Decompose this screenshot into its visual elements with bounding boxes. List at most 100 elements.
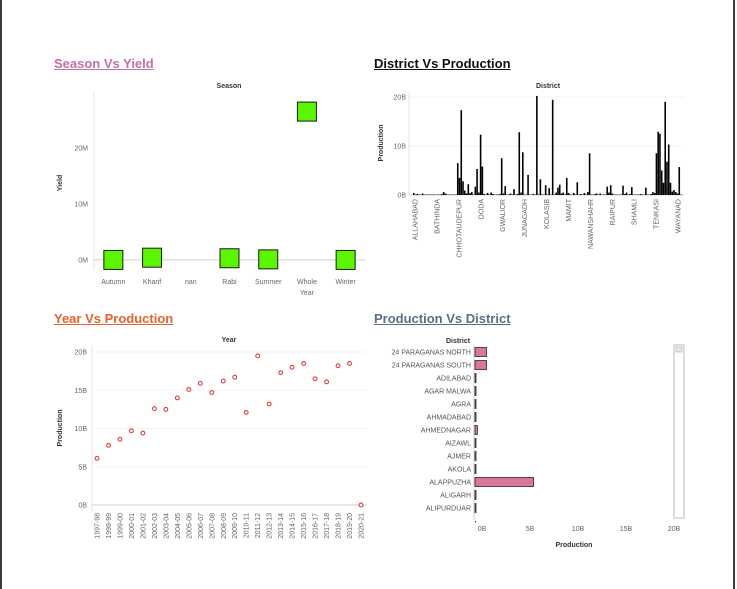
district-production-bar	[671, 191, 674, 195]
district-production-xtick-label: KOLASIB	[544, 199, 551, 229]
district-production-bar	[565, 177, 568, 195]
season-yield-mark	[258, 249, 279, 270]
year-production-xtick-label: 2010-11	[244, 513, 251, 538]
production-district-bar	[474, 373, 477, 383]
year-production-xtick-label: 2015-16	[301, 513, 308, 539]
district-production-bar	[583, 193, 586, 195]
district-production-bar	[560, 193, 563, 195]
year-production-ytick-label: 20B	[75, 350, 88, 357]
district-production-xtick-label: WAYANAD	[676, 199, 683, 233]
year-production-xtick-label: 2005-06	[186, 513, 193, 539]
season-yield-ytick-label: 10M	[74, 201, 88, 208]
year-production-point	[243, 409, 249, 415]
district-production-bar	[662, 182, 665, 195]
production-district-row-label: AHMEDNAGAR	[421, 428, 471, 435]
production-district-bar	[474, 464, 477, 474]
year-production-point	[301, 361, 307, 366]
year-production-xtick-label: 2017-18	[324, 513, 331, 539]
year-production-chart: Year Production 0B 5B 10B 15B 20B 1997-98 199…	[57, 337, 367, 539]
year-production-xtick-label: 1998-99	[106, 513, 113, 539]
district-production-bar	[673, 190, 675, 195]
year-production-xtick-label: 2011-12	[255, 513, 262, 538]
season-yield-ylabel: Yield	[57, 175, 64, 191]
district-production-bar	[416, 194, 419, 195]
production-district-bar	[474, 490, 477, 500]
season-yield-ytick-label: 0M	[78, 257, 88, 264]
production-district-bar	[474, 412, 477, 422]
district-production-ytick-label: 10B	[394, 143, 407, 150]
year-production-xtick-label: 2006-07	[198, 513, 205, 539]
district-production-bar	[667, 144, 670, 195]
year-production-point	[151, 406, 157, 412]
year-production-xtick-label: 2002-03	[152, 513, 159, 539]
district-production-xtick-label: MAMIT	[566, 198, 573, 221]
year-production-point	[255, 353, 261, 359]
year-production-xtick-label: 2009-10	[232, 513, 239, 539]
production-district-row-label: AJMER	[447, 454, 471, 461]
production-district-xtick-label: 15B	[620, 526, 633, 533]
district-production-bar	[676, 193, 679, 195]
year-production-ytick-label: 10B	[75, 426, 88, 433]
district-production-bar	[562, 192, 565, 195]
season-yield-mark	[296, 101, 317, 122]
district-production-bar	[532, 194, 535, 195]
season-yield-chart: Season Yield 0M 10M 20M Autumn Kharif nan Rab…	[57, 83, 365, 297]
district-production-bar	[653, 193, 656, 195]
year-production-point	[266, 401, 272, 407]
district-production-ytick-label: 0B	[397, 193, 406, 200]
district-production-bar	[608, 192, 610, 195]
season-yield-xtick-label: nan	[185, 279, 197, 286]
production-district-bar	[474, 451, 477, 461]
district-production-bar	[669, 182, 672, 195]
production-district-xlabel: Production	[556, 542, 593, 549]
season-yield-mark	[219, 248, 240, 269]
production-district-row-label: ALIPURDUAR	[426, 506, 471, 513]
district-production-bar	[520, 192, 522, 195]
district-production-chart: District Production 0B 10B 20B ALLAHABAD BA…	[378, 83, 684, 258]
year-production-xtick-label: 2018-19	[336, 513, 343, 539]
district-production-ylabel: Production	[378, 125, 385, 162]
year-production-point	[163, 406, 169, 412]
year-production-ytick-label: 15B	[75, 388, 88, 395]
district-production-bar	[555, 192, 557, 195]
district-production-bar	[664, 101, 667, 195]
production-district-header: District	[446, 338, 471, 345]
district-list-scrollbar[interactable]	[673, 344, 685, 519]
production-district-row-label: AKOLA	[448, 467, 472, 474]
district-production-bar	[444, 193, 447, 195]
district-production-bar	[481, 166, 484, 195]
year-production-point	[140, 430, 146, 436]
district-production-bar	[476, 169, 478, 195]
district-production-bar	[660, 170, 663, 195]
district-production-bar	[548, 188, 550, 195]
production-district-bar	[474, 399, 477, 409]
year-production-xtick-label: 2016-17	[313, 513, 320, 539]
year-production-point	[197, 380, 203, 386]
production-district-bar	[474, 386, 477, 396]
year-production-point	[335, 363, 341, 369]
production-district-xtick-label: 10B	[572, 526, 585, 533]
year-production-xtick-label: 2013-14	[278, 513, 285, 539]
season-yield-xtick-label: Whole	[297, 279, 317, 286]
district-production-bar	[572, 193, 575, 195]
season-yield-xtick-label: Rabi	[222, 279, 237, 286]
district-production-bar	[544, 185, 547, 195]
year-production-header: Year	[222, 337, 237, 344]
year-production-xtick-label: 1997-98	[95, 513, 102, 539]
season-yield-mark	[142, 247, 163, 268]
district-production-bar	[522, 152, 524, 195]
season-yield-mark	[103, 249, 124, 270]
district-production-bar	[639, 194, 642, 195]
district-production-xtick-label: JUNAGADH	[522, 199, 529, 238]
year-production-xtick-label: 2012-13	[267, 513, 274, 539]
district-production-bar	[478, 192, 480, 195]
district-production-bar	[678, 167, 681, 195]
district-production-bar	[595, 193, 598, 195]
district-production-xtick-label: CHHOTAUDEPUR	[456, 199, 463, 258]
district-production-bar	[479, 134, 482, 195]
district-list-scroll-thumb[interactable]	[675, 346, 683, 353]
district-production-bar	[539, 179, 542, 195]
district-production-bar	[492, 194, 494, 195]
year-production-xtick-label: 2004-05	[175, 513, 182, 539]
dashboard-charts: Season Yield 0M 10M 20M Autumn Kharif nan Rab…	[57, 83, 685, 549]
